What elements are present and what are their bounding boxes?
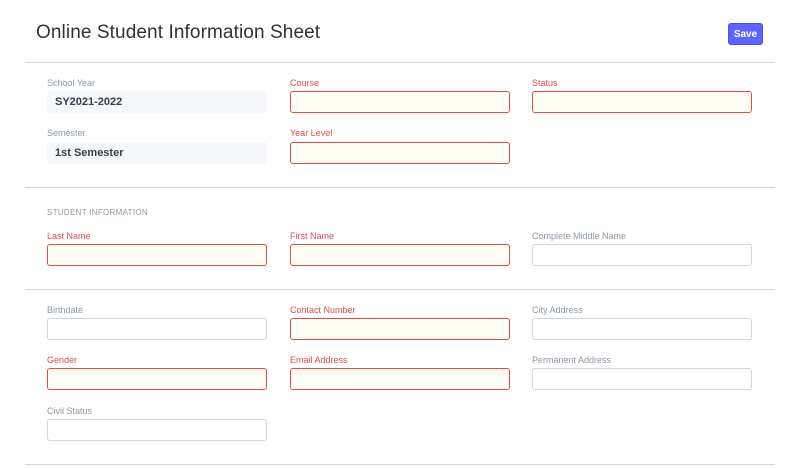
gender-input[interactable] xyxy=(47,368,267,390)
year-level-label: Year Level xyxy=(290,128,333,138)
last-name-input[interactable] xyxy=(47,244,267,266)
last-name-label: Last Name xyxy=(47,231,91,241)
middle-name-label: Complete Middle Name xyxy=(532,231,627,241)
status-input[interactable] xyxy=(532,91,752,113)
section-divider xyxy=(25,464,775,465)
section-divider xyxy=(25,289,775,290)
student-information-heading: STUDENT INFORMATION xyxy=(47,208,148,217)
save-button[interactable]: Save xyxy=(728,23,763,45)
email-address-input[interactable] xyxy=(290,368,510,390)
first-name-input[interactable] xyxy=(290,244,510,266)
birthdate-label: Birthdate xyxy=(47,305,84,315)
school-year-label: School Year xyxy=(47,78,96,88)
city-address-label: City Address xyxy=(532,305,583,315)
middle-name-input[interactable] xyxy=(532,244,752,266)
section-divider xyxy=(25,187,775,188)
first-name-label: First Name xyxy=(290,231,335,241)
permanent-address-input[interactable] xyxy=(532,368,752,390)
semester-label: Semester xyxy=(47,128,86,138)
permanent-address-label: Permanent Address xyxy=(532,355,612,365)
semester-value: 1st Semester xyxy=(47,142,267,164)
school-year-value: SY2021-2022 xyxy=(47,91,267,113)
status-label: Status xyxy=(532,78,558,88)
year-level-input[interactable] xyxy=(290,142,510,164)
course-input[interactable] xyxy=(290,91,510,113)
civil-status-input[interactable] xyxy=(47,419,267,441)
page-title: Online Student Information Sheet xyxy=(36,22,321,43)
contact-number-input[interactable] xyxy=(290,318,510,340)
email-address-label: Email Address xyxy=(290,355,348,365)
city-address-input[interactable] xyxy=(532,318,752,340)
gender-label: Gender xyxy=(47,355,78,365)
section-divider xyxy=(25,62,775,63)
civil-status-label: Civil Status xyxy=(47,406,93,416)
birthdate-input[interactable] xyxy=(47,318,267,340)
contact-number-label: Contact Number xyxy=(290,305,356,315)
course-label: Course xyxy=(290,78,320,88)
